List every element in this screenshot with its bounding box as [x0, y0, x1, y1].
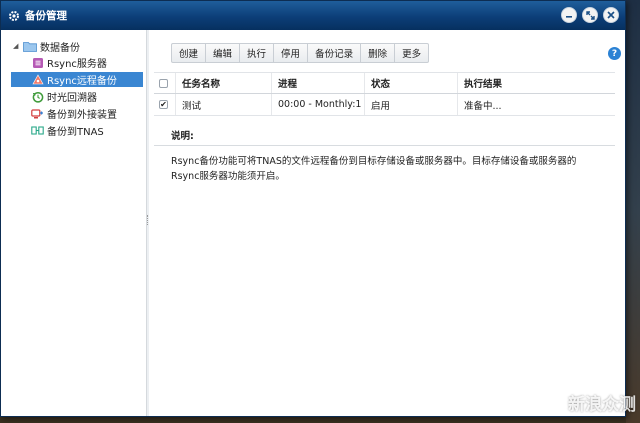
- column-header-result[interactable]: 执行结果: [457, 73, 615, 93]
- table-row[interactable]: ✔ 测试 00:00 - Monthly:1 启用 准备中...: [154, 94, 615, 116]
- column-header-process[interactable]: 进程: [271, 73, 364, 93]
- sidebar-item-label: 备份到TNAS: [47, 127, 104, 138]
- delete-button[interactable]: 删除: [361, 44, 396, 62]
- tree-root-label: 数据备份: [40, 42, 80, 54]
- sidebar-item-rsync-server[interactable]: Rsync服务器: [11, 55, 143, 70]
- help-icon[interactable]: ?: [608, 47, 621, 60]
- window-titlebar[interactable]: 备份管理: [1, 1, 625, 30]
- toolbar: 创建 编辑 执行 停用 备份记录 删除 更多: [171, 43, 430, 63]
- create-button[interactable]: 创建: [172, 44, 207, 62]
- disable-button[interactable]: 停用: [274, 44, 309, 62]
- edit-button[interactable]: 编辑: [206, 44, 241, 62]
- column-header-status[interactable]: 状态: [364, 73, 457, 93]
- description-text: Rsync备份功能可将TNAS的文件远程备份到目标存储设备或服务器中。目标存储设…: [171, 156, 577, 182]
- desktop-background: [626, 0, 640, 423]
- backup-manager-window: 备份管理 ◢ 数据备份 Rsync服务器 Rsync远程备份 时光回溯器 备份到…: [0, 0, 626, 417]
- external-device-icon: [31, 108, 44, 120]
- status-cell: 启用: [364, 94, 457, 115]
- sidebar-item-tnas-backup[interactable]: 备份到TNAS: [11, 123, 143, 138]
- table-header: 任务名称 进程 状态 执行结果: [154, 72, 615, 94]
- sidebar-item-external-device[interactable]: 备份到外接装置: [11, 106, 143, 121]
- sidebar-item-label: 备份到外接装置: [47, 110, 117, 121]
- caret-down-icon[interactable]: ◢: [13, 42, 23, 50]
- maximize-button[interactable]: [582, 7, 598, 23]
- column-header-task-name[interactable]: 任务名称: [175, 73, 271, 93]
- row-checkbox[interactable]: ✔: [159, 100, 168, 109]
- process-cell: 00:00 - Monthly:1: [271, 94, 364, 115]
- select-all-checkbox[interactable]: [159, 78, 168, 88]
- watermark-logo: 新浪众测: [568, 395, 636, 415]
- result-cell: 准备中...: [457, 94, 615, 115]
- task-name-cell: 测试: [175, 94, 271, 115]
- sidebar-item-label: Rsync服务器: [47, 59, 107, 70]
- minimize-button[interactable]: [561, 7, 577, 23]
- main-content: 创建 编辑 执行 停用 备份记录 删除 更多 ? 任务名称 进程 状态 执行结果…: [149, 30, 625, 416]
- tnas-backup-icon: [31, 125, 44, 137]
- run-button[interactable]: 执行: [240, 44, 275, 62]
- window-title: 备份管理: [25, 10, 67, 22]
- backup-log-button[interactable]: 备份记录: [308, 44, 362, 62]
- description-divider: [154, 145, 615, 146]
- sidebar-item-time-machine[interactable]: 时光回溯器: [11, 89, 143, 104]
- remote-backup-icon: [31, 73, 44, 86]
- sidebar-item-label: Rsync远程备份: [47, 76, 117, 87]
- folder-icon: [23, 41, 37, 52]
- close-button[interactable]: [603, 7, 619, 23]
- sidebar-item-label: 时光回溯器: [47, 93, 97, 104]
- sidebar-item-rsync-remote-backup[interactable]: Rsync远程备份: [11, 72, 143, 87]
- gear-icon: [8, 10, 20, 22]
- description-title: 说明:: [171, 131, 194, 142]
- tree-root-data-backup[interactable]: ◢ 数据备份: [13, 39, 80, 54]
- time-machine-icon: [31, 91, 44, 103]
- task-table: 任务名称 进程 状态 执行结果 ✔ 测试 00:00 - Monthly:1 启…: [154, 72, 615, 116]
- sidebar: ◢ 数据备份 Rsync服务器 Rsync远程备份 时光回溯器 备份到外接装置 …: [1, 30, 147, 416]
- rsync-server-icon: [31, 57, 44, 69]
- more-button[interactable]: 更多: [395, 44, 428, 62]
